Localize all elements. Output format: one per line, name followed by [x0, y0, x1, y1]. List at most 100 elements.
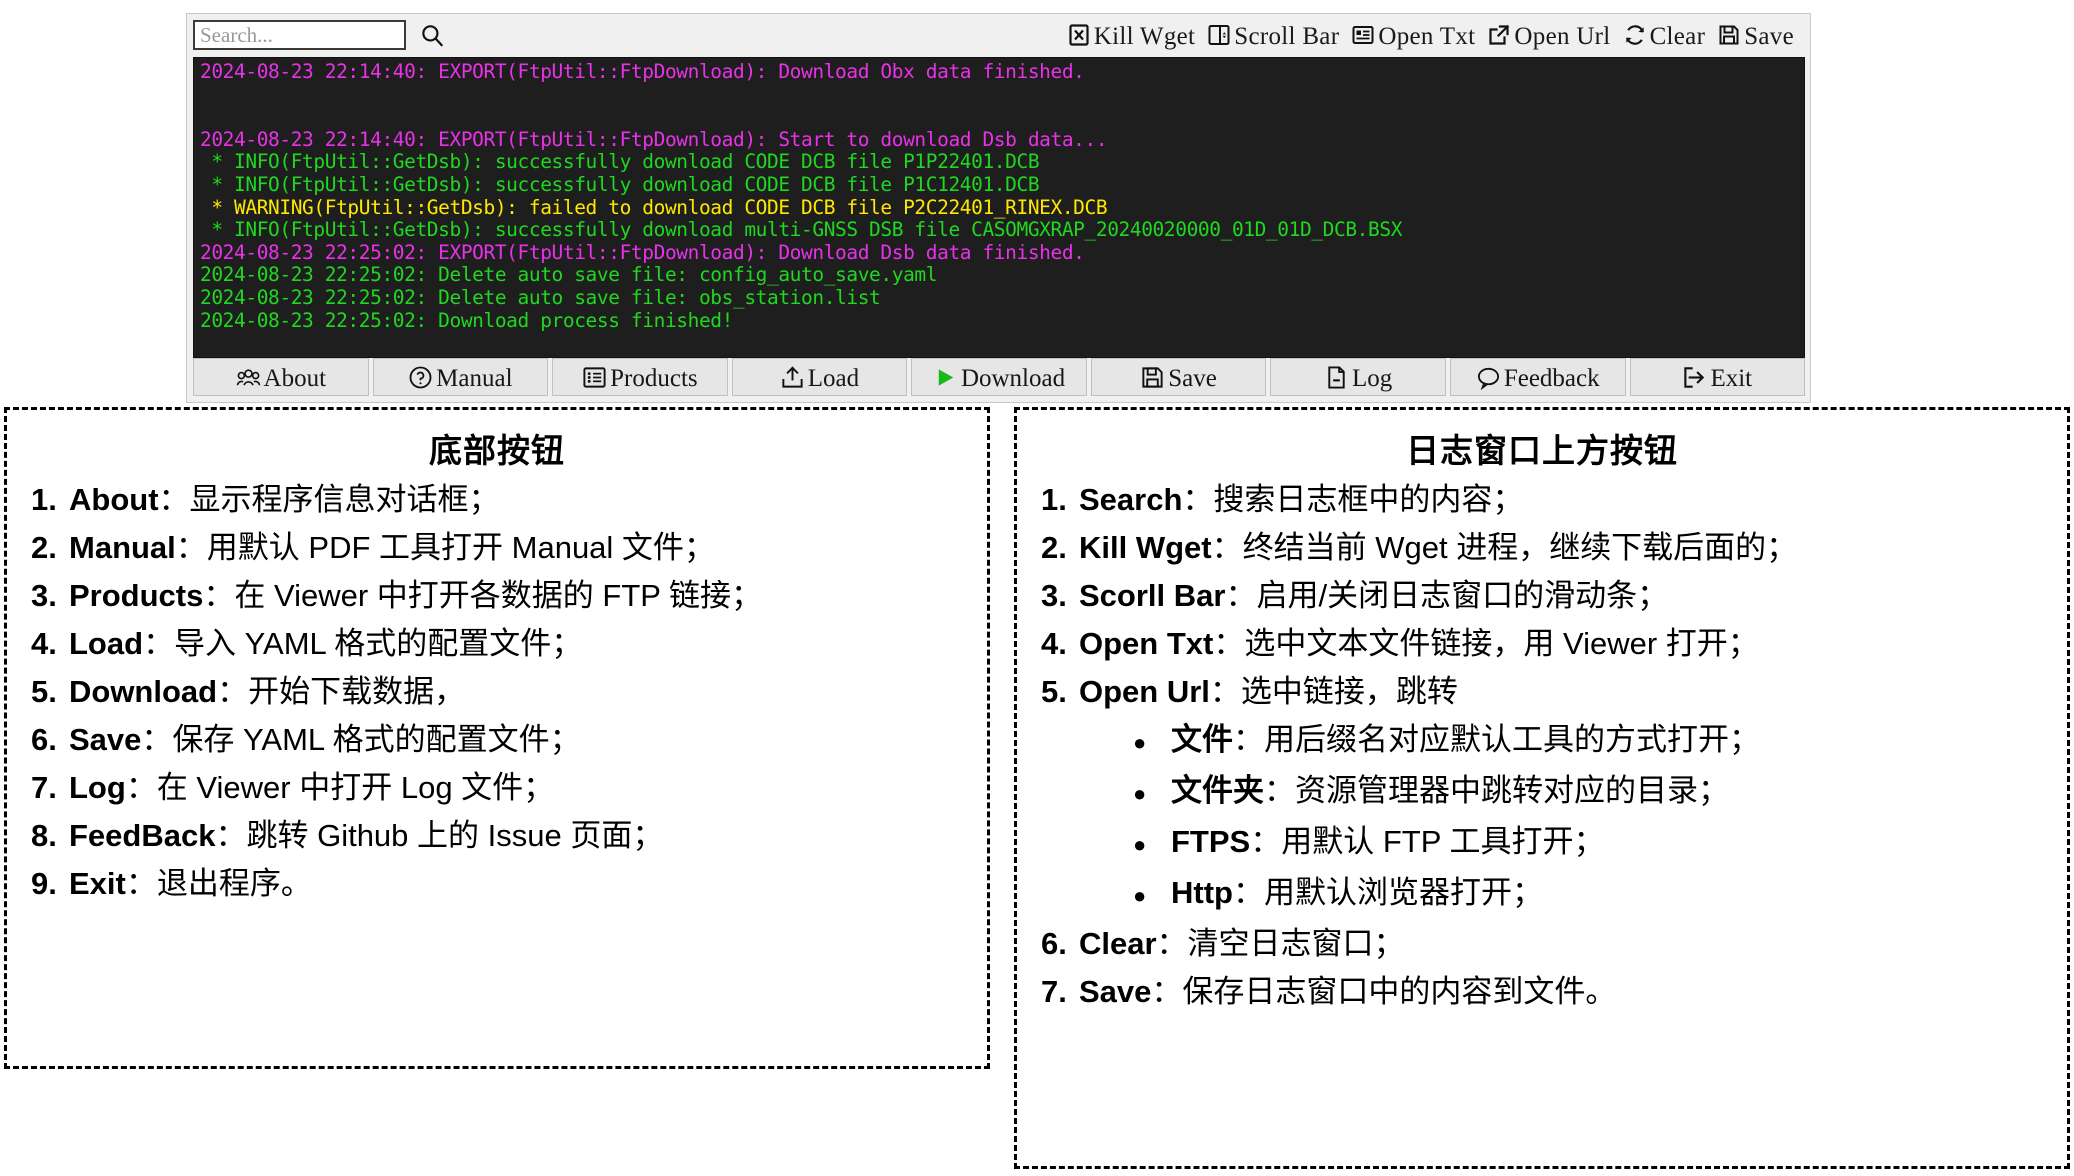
scroll-bar-label: Scroll Bar [1234, 22, 1340, 50]
save-floppy-icon [1717, 23, 1741, 47]
log-line: * INFO(FtpUtil::GetDsb): successfully do… [200, 150, 1040, 174]
list-document-icon [582, 365, 607, 390]
exit-label: Exit [1710, 364, 1753, 392]
item-desc: ：启用/关闭日志窗口的滑动条； [1225, 578, 1669, 613]
item-term: Kill Wget [1079, 530, 1212, 565]
item-desc: ：开始下载数据， [217, 674, 466, 709]
list-item: Download：开始下载数据， [23, 668, 977, 716]
log-line: 2024-08-23 22:25:02: EXPORT(FtpUtil::Ftp… [200, 240, 1085, 264]
item-term: Log [69, 770, 126, 805]
item-desc: ：用默认 PDF 工具打开 Manual 文件； [175, 530, 715, 565]
list-item: Save：保存 YAML 格式的配置文件； [23, 716, 977, 764]
panel-bottom-title: 底部按钮 [429, 432, 565, 469]
panel-toolbar-title: 日志窗口上方按钮 [1406, 432, 1678, 469]
list-item: Clear：清空日志窗口； [1033, 920, 2057, 968]
item-desc: ：在 Viewer 中打开各数据的 FTP 链接； [203, 578, 762, 613]
item-term: Search [1079, 482, 1183, 517]
item-desc: ：退出程序。 [125, 866, 312, 901]
list-item: Exit：退出程序。 [23, 860, 977, 908]
exit-button[interactable]: Exit [1629, 358, 1806, 396]
products-button[interactable]: Products [552, 358, 728, 396]
clear-button[interactable]: Clear [1617, 18, 1712, 52]
item-term: Open Url [1079, 674, 1210, 709]
question-circle-icon [408, 365, 433, 390]
search-icon[interactable] [414, 19, 450, 51]
log-line: 2024-08-23 22:14:40: EXPORT(FtpUtil::Ftp… [200, 60, 1085, 83]
log-line: * WARNING(FtpUtil::GetDsb): failed to do… [200, 195, 1108, 219]
log-line: 2024-08-23 22:25:02: Download process fi… [200, 308, 733, 332]
file-minus-icon [1324, 365, 1349, 390]
item-desc: ：终结当前 Wget 进程，继续下载后面的； [1211, 530, 1798, 565]
list-item: Open Txt：选中文本文件链接，用 Viewer 打开； [1033, 620, 2057, 668]
play-triangle-icon [933, 365, 958, 390]
log-button[interactable]: Log [1270, 358, 1446, 396]
item-desc: ：显示程序信息对话框； [158, 482, 500, 517]
item-desc: ：导入 YAML 格式的配置文件； [143, 626, 583, 661]
open-url-button[interactable]: Open Url [1481, 18, 1616, 52]
save-floppy-icon [1140, 365, 1165, 390]
feedback-label: Feedback [1503, 364, 1600, 392]
about-label: About [263, 364, 327, 392]
item-term: FeedBack [69, 818, 216, 853]
sub-list-item: ● Http：用默认浏览器打开； [1133, 869, 2057, 920]
list-item: Open Url：选中链接，跳转 ● 文件：用后缀名对应默认工具的方式打开； ● 文… [1033, 668, 2057, 920]
log-line: * INFO(FtpUtil::GetDsb): successfully do… [200, 218, 1403, 242]
log-console[interactable]: 2024-08-23 22:14:40: EXPORT(FtpUtil::Ftp… [193, 57, 1805, 358]
item-term: Open Txt [1079, 626, 1214, 661]
sub-item-term: Http [1171, 875, 1233, 910]
panel-toolbar-list: Search：搜索日志框中的内容； Kill Wget：终结当前 Wget 进程… [1017, 476, 2067, 1016]
log-line: 2024-08-23 22:14:40: EXPORT(FtpUtil::Ftp… [200, 127, 1108, 151]
item-desc: ：保存 YAML 格式的配置文件； [141, 722, 581, 757]
upload-icon [780, 365, 805, 390]
sub-list-item: ● 文件夹：资源管理器中跳转对应的目录； [1133, 767, 2057, 818]
item-desc: ：跳转 Github 上的 Issue 页面； [215, 818, 664, 853]
download-label: Download [960, 364, 1066, 392]
download-button[interactable]: Download [911, 358, 1087, 396]
load-label: Load [807, 364, 860, 392]
sub-item-desc: ：资源管理器中跳转对应的目录； [1264, 773, 1729, 808]
kill-wget-icon [1067, 23, 1091, 47]
item-desc: ：保存日志窗口中的内容到文件。 [1151, 974, 1617, 1009]
item-term: About [69, 482, 159, 517]
open-txt-button[interactable]: Open Txt [1345, 18, 1481, 52]
sub-list-item: ● 文件：用后缀名对应默认工具的方式打开； [1133, 716, 2057, 767]
scroll-bar-icon [1207, 23, 1231, 47]
save-log-label: Save [1744, 22, 1794, 50]
log-label: Log [1352, 364, 1393, 392]
open-txt-icon [1351, 23, 1375, 47]
feedback-button[interactable]: Feedback [1449, 358, 1626, 396]
sub-item-term: FTPS [1171, 824, 1251, 859]
save-log-button[interactable]: Save [1711, 18, 1800, 52]
search-input[interactable] [193, 20, 406, 50]
item-term: Scorll Bar [1079, 578, 1226, 613]
products-label: Products [610, 364, 698, 392]
clear-refresh-icon [1623, 23, 1647, 47]
list-item: Scorll Bar：启用/关闭日志窗口的滑动条； [1033, 572, 2057, 620]
kill-wget-button[interactable]: Kill Wget [1061, 18, 1202, 52]
sub-item-desc: ：用默认浏览器打开； [1232, 875, 1543, 910]
panel-bottom-list: About：显示程序信息对话框； Manual：用默认 PDF 工具打开 Man… [7, 476, 987, 908]
bullet-icon: ● [1133, 883, 1147, 908]
item-desc: ：在 Viewer 中打开 Log 文件； [125, 770, 555, 805]
item-desc: ：选中链接，跳转 [1209, 674, 1458, 709]
list-item: Manual：用默认 PDF 工具打开 Manual 文件； [23, 524, 977, 572]
save-config-button[interactable]: Save [1090, 358, 1267, 396]
list-item: Log：在 Viewer 中打开 Log 文件； [23, 764, 977, 812]
bullet-icon: ● [1133, 781, 1147, 806]
open-url-sublist: ● 文件：用后缀名对应默认工具的方式打开； ● 文件夹：资源管理器中跳转对应的目录；… [1079, 716, 2057, 920]
panel-bottom-buttons: 底部按钮 About：显示程序信息对话框； Manual：用默认 PDF 工具打… [4, 407, 990, 1069]
load-button[interactable]: Load [731, 358, 908, 396]
scroll-bar-button[interactable]: Scroll Bar [1201, 18, 1345, 52]
app-window: Kill Wget Scroll Bar [186, 13, 1811, 403]
sub-list-item: ● FTPS：用默认 FTP 工具打开； [1133, 818, 2057, 869]
item-term: Load [69, 626, 144, 661]
list-item: Save：保存日志窗口中的内容到文件。 [1033, 968, 2057, 1016]
about-button[interactable]: About [193, 358, 369, 396]
item-term: Exit [69, 866, 126, 901]
sub-item-desc: ：用后缀名对应默认工具的方式打开； [1233, 722, 1760, 757]
manual-button[interactable]: Manual [372, 358, 549, 396]
list-item: FeedBack：跳转 Github 上的 Issue 页面； [23, 812, 977, 860]
log-line: 2024-08-23 22:25:02: Delete auto save fi… [200, 285, 881, 309]
item-desc: ：选中文本文件链接，用 Viewer 打开； [1213, 626, 1759, 661]
